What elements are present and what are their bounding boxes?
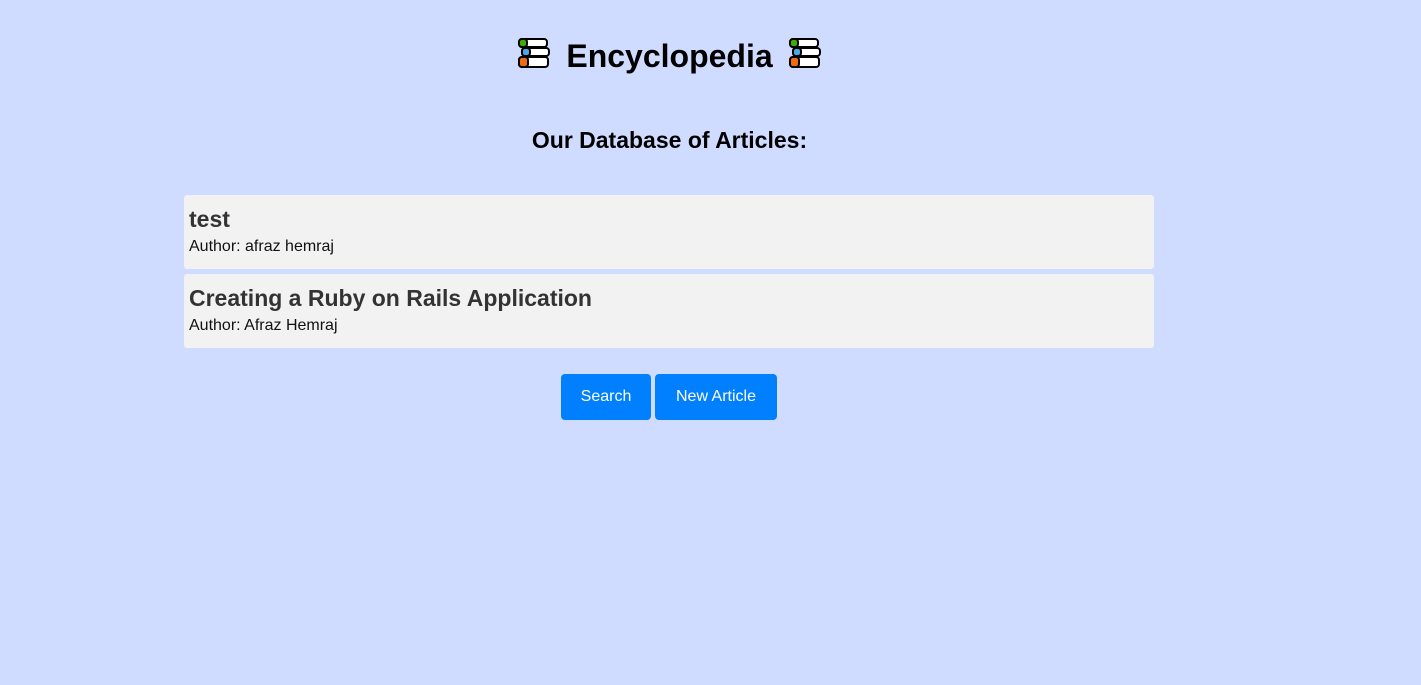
article-list: test Author: afraz hemraj Creating a Rub… xyxy=(184,195,1154,353)
section-heading: Our Database of Articles: xyxy=(531,127,808,153)
books-icon xyxy=(788,37,821,68)
search-button[interactable]: Search xyxy=(561,374,651,420)
page-header: Encyclopedia xyxy=(0,30,1339,79)
books-icon xyxy=(518,37,551,68)
article-author: Author: Afraz Hemraj xyxy=(189,317,338,334)
article-title[interactable]: Creating a Ruby on Rails Application xyxy=(189,274,1149,313)
article-item[interactable]: test Author: afraz hemraj xyxy=(184,195,1154,269)
new-article-button[interactable]: New Article xyxy=(655,374,777,420)
action-buttons: Search New Article xyxy=(561,374,777,420)
article-title[interactable]: test xyxy=(189,195,1149,234)
page: Encyclopedia Our Database of Articles: t… xyxy=(0,0,1421,685)
article-author: Author: afraz hemraj xyxy=(189,238,334,255)
article-item[interactable]: Creating a Ruby on Rails Application Aut… xyxy=(184,274,1154,348)
page-title: Encyclopedia xyxy=(566,37,773,74)
